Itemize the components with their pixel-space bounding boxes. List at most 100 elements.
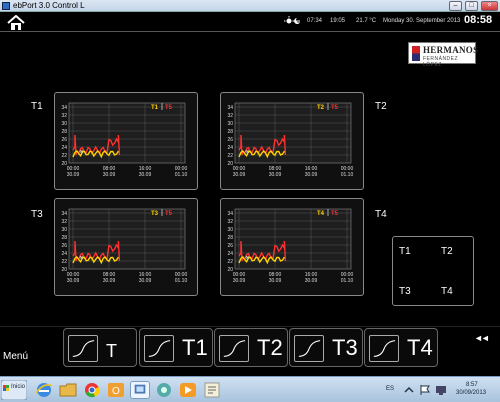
channel-label-t2: T2 [375, 101, 387, 112]
minimize-button[interactable]: – [449, 1, 462, 11]
y-tick-label: 26 [227, 243, 233, 249]
scroll-back-icon: « [245, 147, 249, 155]
taskbar-date[interactable]: 30/09/2013 [456, 390, 486, 397]
scroll-back-icon: « [79, 147, 83, 155]
y-tick-label: 30 [61, 121, 67, 127]
y-tick-label: 34 [227, 211, 233, 217]
y-tick-label: 26 [61, 243, 67, 249]
y-tick-label: 32 [227, 113, 233, 119]
channel-label-t1: T1 [31, 101, 43, 112]
clock: 08:58 [464, 14, 493, 26]
selector-option-t2[interactable]: T2 [441, 246, 453, 258]
app-icon [2, 2, 10, 10]
notes-icon[interactable] [202, 381, 222, 399]
y-tick-label: 30 [227, 227, 233, 233]
y-tick-label: 24 [227, 251, 233, 257]
header-divider [0, 31, 500, 32]
language-indicator[interactable]: ES [386, 386, 394, 393]
menu-button[interactable]: Menú [3, 351, 28, 363]
legend-alt: T5 [331, 211, 339, 217]
scroll-back-icon: « [245, 253, 249, 261]
scroll-back-icon: « [79, 253, 83, 261]
trend-icon [144, 335, 174, 362]
close-button[interactable]: × [481, 1, 498, 11]
trend-icon [369, 335, 399, 362]
window-title: ebPort 3.0 Control L [13, 1, 85, 10]
svg-text:O: O [112, 386, 120, 397]
trend-icon [219, 335, 249, 362]
y-tick-label: 32 [61, 113, 67, 119]
network-icon[interactable] [434, 384, 448, 396]
taskbar-time[interactable]: 8:57 [466, 382, 478, 389]
chrome-icon[interactable] [82, 381, 102, 399]
chart-panel-t3[interactable]: 34 32 30 28 26 24 22 20 00:00 30.09 08:00 30.09 16:0… [54, 198, 198, 296]
selector-option-t4[interactable]: T4 [441, 286, 453, 298]
legend-main: T2 [317, 105, 325, 111]
tab-t1[interactable]: T1 [139, 328, 213, 367]
y-tick-label: 34 [61, 211, 67, 217]
sunset-time: 19:05 [330, 18, 346, 24]
x-tick-date: 30.09 [67, 278, 80, 284]
chart-panel-t1[interactable]: 34 32 30 28 26 24 22 20 00:00 30.09 08:00 30.09 16:0… [54, 92, 198, 190]
trend-icon [68, 335, 98, 362]
window-titlebar: ebPort 3.0 Control L – □ × [0, 0, 500, 12]
folder-icon[interactable] [58, 381, 78, 399]
legend-main: T1 [151, 105, 159, 111]
show-hidden-icons-icon[interactable] [402, 384, 416, 396]
x-tick-date: 30.09 [139, 278, 152, 284]
logo-mark [412, 46, 420, 61]
outlook-icon[interactable]: O [106, 381, 126, 399]
control-app-icon[interactable] [130, 381, 150, 399]
channel-label-t4: T4 [375, 209, 387, 220]
flag-icon[interactable] [418, 384, 432, 396]
selector-option-t1[interactable]: T1 [399, 246, 411, 258]
x-tick-date: 30.09 [233, 278, 246, 284]
chart-panel-t2[interactable]: 34 32 30 28 26 24 22 20 00:00 30.09 08:00 30.09 16:0… [220, 92, 364, 190]
home-icon[interactable] [6, 15, 26, 31]
tab-all[interactable]: T [63, 328, 137, 367]
y-tick-label: 34 [61, 105, 67, 111]
x-tick-date: 30.09 [139, 172, 152, 178]
logo-line2: FERNÁNDEZ LÓPEZ [423, 56, 459, 68]
tab-t4[interactable]: T4 [364, 328, 438, 367]
x-tick-date: 01.10 [175, 278, 188, 284]
channel-selector: T1 T2 T3 T4 [392, 236, 474, 306]
selector-option-t3[interactable]: T3 [399, 286, 411, 298]
y-tick-label: 28 [227, 129, 233, 135]
chart-svg: 343230282624222000:0030.0908:0030.0916:0… [61, 102, 187, 178]
legend-alt: T5 [331, 105, 339, 111]
y-tick-label: 30 [61, 227, 67, 233]
rewind-icon[interactable]: ◄◄ [474, 333, 490, 343]
start-button[interactable] [1, 380, 27, 400]
y-tick-label: 22 [61, 259, 67, 265]
chart-panel-t4[interactable]: 34 32 30 28 26 24 22 20 00:00 30.09 08:00 30.09 16:0… [220, 198, 364, 296]
os-taskbar: Inicio O ES 8:57 30/09/2013 [0, 376, 500, 402]
y-tick-label: 32 [61, 219, 67, 225]
chart-svg: 343230282624222000:0030.0908:0030.0916:0… [227, 102, 353, 178]
sun-moon-icon [284, 16, 300, 24]
maximize-button[interactable]: □ [465, 1, 478, 11]
y-tick-label: 22 [227, 153, 233, 159]
chart-svg: 343230282624222000:0030.0908:0030.0916:0… [227, 208, 353, 284]
channel-label-t3: T3 [31, 209, 43, 220]
sunrise-time: 07:34 [307, 18, 323, 24]
tab-label: T [106, 341, 117, 361]
tab-t2[interactable]: T2 [214, 328, 288, 367]
media-icon[interactable] [178, 381, 198, 399]
chart-svg: 343230282624222000:0030.0908:0030.0916:0… [61, 208, 188, 284]
company-logo: HERMANOS FERNÁNDEZ LÓPEZ [408, 42, 479, 68]
start-label: Inicio [11, 384, 26, 390]
tab-label: T4 [407, 335, 433, 360]
legend-main: T3 [151, 211, 159, 217]
y-tick-label: 24 [61, 251, 67, 257]
x-tick-date: 30.09 [233, 172, 246, 178]
y-tick-label: 24 [227, 145, 233, 151]
y-tick-label: 28 [61, 129, 67, 135]
y-tick-label: 28 [61, 235, 67, 241]
logo-line1: HERMANOS [423, 45, 479, 55]
legend-main: T4 [317, 211, 325, 217]
y-tick-label: 32 [227, 219, 233, 225]
tab-t3[interactable]: T3 [289, 328, 363, 367]
internet-explorer-icon[interactable] [34, 381, 54, 399]
network-app-icon[interactable] [154, 381, 174, 399]
